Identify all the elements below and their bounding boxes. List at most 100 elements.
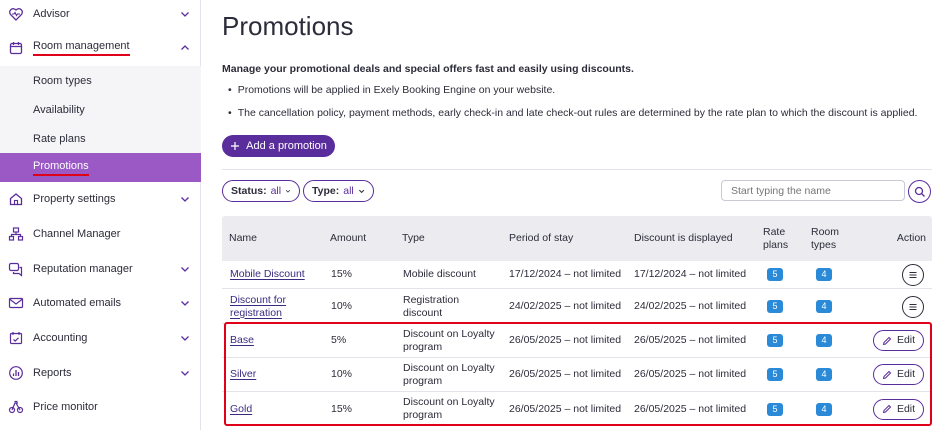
sidebar-item-reports[interactable]: Reports (0, 356, 201, 390)
sidebar-item-label: Reports (33, 367, 72, 379)
promotion-name-link[interactable]: Gold (230, 403, 252, 416)
edit-button[interactable]: Edit (873, 330, 924, 351)
room-types-badge[interactable]: 4 (816, 268, 832, 281)
displayed-cell: 24/02/2025 – not limited (634, 300, 747, 312)
heart-pulse-icon (7, 5, 25, 23)
calendar-icon (7, 39, 25, 57)
row-menu-button[interactable] (902, 263, 924, 286)
pencil-icon (882, 370, 892, 379)
table-row: Mobile Discount 15% Mobile discount 17/1… (222, 261, 932, 289)
type-cell: Discount on Loyalty program (403, 327, 495, 353)
edit-label: Edit (896, 368, 916, 380)
type-filter-label: Type: (312, 185, 340, 197)
rate-plans-badge[interactable]: 5 (767, 334, 783, 347)
pencil-icon (882, 404, 892, 414)
search-icon (914, 186, 925, 197)
chevron-down-icon (181, 267, 189, 272)
period-cell: 26/05/2025 – not limited (509, 402, 622, 415)
table-header: Name Amount Type Period of stay Discount… (222, 216, 932, 261)
promotion-name-link[interactable]: Mobile Discount (230, 268, 305, 281)
type-cell: Registration discount (403, 293, 460, 319)
submenu-item-room-types[interactable]: Room types (0, 66, 201, 95)
chevron-down-icon (181, 336, 189, 341)
displayed-cell: 17/12/2024 – not limited (634, 268, 747, 280)
status-filter[interactable]: Status: all (222, 180, 300, 202)
period-cell: 24/02/2025 – not limited (509, 300, 622, 312)
type-filter[interactable]: Type: all (303, 180, 374, 202)
column-header-displayed: Discount is displayed (634, 232, 733, 244)
room-types-badge[interactable]: 4 (816, 300, 832, 313)
edit-button[interactable]: Edit (873, 364, 924, 385)
chart-icon (7, 364, 25, 382)
amount-cell: 15% (331, 402, 353, 415)
mail-icon (7, 294, 25, 312)
column-header-action: Action (896, 232, 926, 244)
submenu-item-label: Room types (33, 74, 92, 87)
type-cell: Discount on Loyalty program (403, 361, 495, 387)
column-header-name: Name (229, 232, 258, 244)
sidebar-item-room-management[interactable]: Room management (0, 31, 201, 65)
sidebar: Advisor Room management Room types Avail… (0, 0, 201, 430)
sidebar-item-price-monitor[interactable]: Price monitor (0, 390, 201, 424)
bullet-text: Promotions will be applied in Exely Book… (228, 84, 556, 96)
type-filter-value: all (343, 185, 354, 197)
search-button[interactable] (908, 180, 931, 203)
amount-cell: 5% (331, 334, 347, 346)
type-cell: Discount on Loyalty program (403, 396, 495, 421)
divider (222, 169, 932, 170)
sidebar-item-channel-manager[interactable]: Channel Manager (0, 217, 201, 251)
row-menu-button[interactable] (902, 295, 924, 318)
amount-cell: 15% (331, 268, 353, 280)
header-text: Rate (763, 225, 786, 238)
accounting-icon (7, 329, 25, 347)
sidebar-item-label: Automated emails (33, 297, 122, 309)
submenu-item-label: Availability (33, 103, 85, 116)
chevron-up-icon (181, 45, 189, 50)
submenu-item-promotions[interactable]: Promotions (0, 153, 201, 182)
period-cell: 17/12/2024 – not limited (509, 268, 622, 280)
column-header-type: Type (402, 232, 425, 244)
room-types-badge[interactable]: 4 (816, 334, 832, 347)
amount-cell: 10% (331, 300, 353, 312)
displayed-cell: 26/05/2025 – not limited (634, 402, 747, 415)
sidebar-item-label: Property settings (33, 193, 116, 205)
sidebar-item-automated-emails[interactable]: Automated emails (0, 286, 201, 320)
promotion-name-link[interactable]: Silver (230, 368, 256, 381)
room-types-badge[interactable]: 4 (816, 368, 832, 381)
room-types-badge[interactable]: 4 (816, 402, 832, 416)
sidebar-item-property-settings[interactable]: Property settings (0, 182, 201, 216)
edit-button[interactable]: Edit (873, 398, 924, 420)
promotion-name-link[interactable]: Base (230, 334, 254, 347)
house-icon (7, 190, 25, 208)
rate-plans-badge[interactable]: 5 (767, 268, 783, 281)
sidebar-item-advisor[interactable]: Advisor (0, 0, 201, 31)
rate-plans-badge[interactable]: 5 (767, 402, 783, 416)
table-row: Discount for registration 10% Registrati… (222, 290, 932, 324)
status-filter-label: Status: (231, 185, 267, 197)
sidebar-item-label: Advisor (33, 8, 70, 20)
main-content: Promotions Manage your promotional deals… (202, 0, 940, 430)
column-header-rate-plans: Rate plans (763, 216, 788, 261)
chevron-down-icon (181, 301, 189, 306)
pencil-icon (882, 336, 892, 345)
page-title: Promotions (222, 11, 354, 41)
rate-plans-badge[interactable]: 5 (767, 368, 783, 381)
chevron-down-icon (358, 189, 364, 194)
period-cell: 26/05/2025 – not limited (509, 368, 622, 380)
type-cell: Mobile discount (403, 268, 476, 280)
sidebar-item-accounting[interactable]: Accounting (0, 321, 201, 355)
promotion-name-link[interactable]: Discount for registration (230, 294, 300, 320)
submenu-item-availability[interactable]: Availability (0, 95, 201, 124)
displayed-cell: 26/05/2025 – not limited (634, 334, 747, 346)
search-input[interactable] (721, 180, 905, 201)
sidebar-item-reputation-manager[interactable]: Reputation manager (0, 252, 201, 286)
room-management-submenu: Room types Availability Rate plans Promo… (0, 66, 201, 182)
add-promotion-label: Add a promotion (246, 140, 327, 152)
header-text: plans (763, 238, 789, 251)
status-filter-value: all (270, 185, 282, 197)
add-promotion-button[interactable]: Add a promotion (222, 135, 335, 157)
sidebar-item-label: Room management (33, 40, 130, 56)
header-text: Room (811, 225, 840, 238)
rate-plans-badge[interactable]: 5 (767, 300, 783, 313)
submenu-item-rate-plans[interactable]: Rate plans (0, 124, 201, 153)
